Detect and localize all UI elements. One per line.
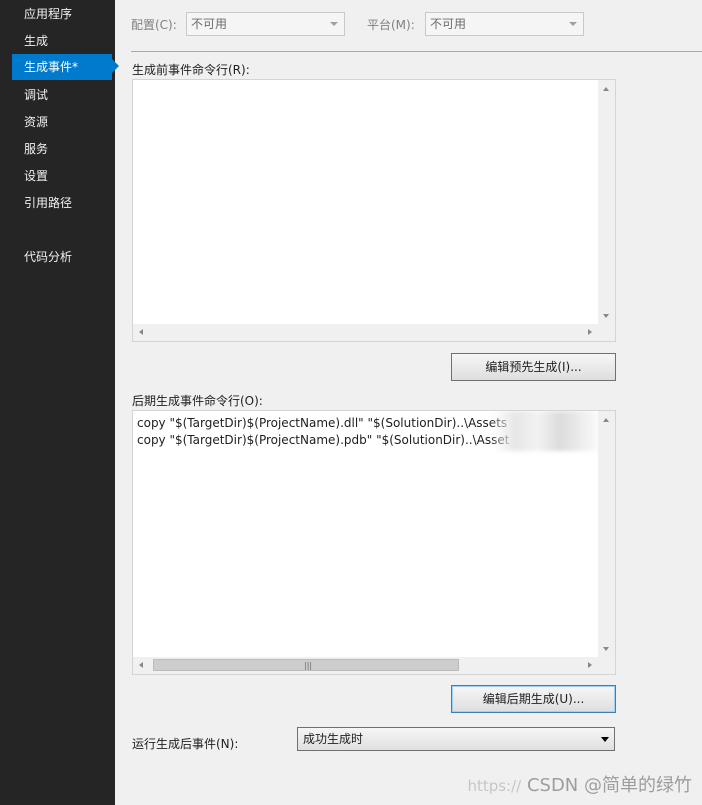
prebuild-horizontal-scrollbar[interactable] bbox=[133, 324, 598, 341]
run-postbuild-value: 成功生成时 bbox=[303, 732, 364, 746]
watermark-text: CSDN @简单的绿竹 bbox=[526, 775, 692, 796]
configuration-label: 配置(C): bbox=[131, 18, 177, 32]
up-arrow-icon[interactable] bbox=[603, 87, 609, 91]
configuration-value: 不可用 bbox=[191, 17, 228, 31]
platform-select[interactable]: 不可用 bbox=[425, 12, 584, 36]
prebuild-label: 生成前事件命令行(R): bbox=[132, 63, 250, 77]
run-postbuild-select[interactable]: 成功生成时 bbox=[297, 727, 615, 751]
right-arrow-icon[interactable] bbox=[588, 329, 592, 335]
platform-value: 不可用 bbox=[430, 17, 467, 31]
edit-postbuild-button[interactable]: 编辑后期生成(U)... bbox=[451, 685, 616, 713]
down-arrow-icon[interactable] bbox=[603, 647, 609, 651]
main-panel: 配置(C): 不可用 平台(M): 不可用 生成前事件命令行(R): 编辑预先生… bbox=[115, 0, 702, 805]
sidebar-item-resources[interactable]: 资源 bbox=[12, 109, 112, 135]
platform-label: 平台(M): bbox=[367, 18, 415, 32]
scroll-corner bbox=[598, 657, 615, 674]
up-arrow-icon[interactable] bbox=[603, 418, 609, 422]
sidebar-item-build[interactable]: 生成 bbox=[12, 28, 112, 54]
run-postbuild-label: 运行生成后事件(N): bbox=[132, 737, 239, 751]
scroll-corner bbox=[598, 324, 615, 341]
dropdown-arrow-icon bbox=[569, 22, 577, 26]
down-arrow-icon[interactable] bbox=[603, 314, 609, 318]
watermark: https:// CSDN @简单的绿竹 bbox=[467, 771, 692, 797]
right-arrow-icon[interactable] bbox=[588, 662, 592, 668]
postbuild-line-1: copy "$(TargetDir)$(ProjectName).dll" "$… bbox=[137, 416, 508, 430]
prebuild-command-textbox[interactable] bbox=[132, 79, 616, 342]
watermark-faint: https:// bbox=[467, 777, 522, 795]
postbuild-label: 后期生成事件命令行(O): bbox=[132, 394, 263, 408]
postbuild-line-2: copy "$(TargetDir)$(ProjectName).pdb" "$… bbox=[137, 433, 510, 447]
dropdown-arrow-icon bbox=[601, 737, 609, 742]
sidebar-item-reference-paths[interactable]: 引用路径 bbox=[12, 190, 112, 216]
divider bbox=[131, 51, 702, 52]
sidebar-item-code-analysis[interactable]: 代码分析 bbox=[12, 244, 112, 270]
sidebar-item-build-events[interactable]: 生成事件* bbox=[12, 54, 112, 80]
redacted-blur bbox=[493, 411, 605, 451]
dropdown-arrow-icon bbox=[330, 22, 338, 26]
left-arrow-icon[interactable] bbox=[139, 662, 143, 668]
postbuild-horizontal-scrollbar[interactable]: ||| bbox=[133, 657, 598, 674]
edit-prebuild-button[interactable]: 编辑预先生成(I)... bbox=[451, 353, 616, 381]
configuration-select[interactable]: 不可用 bbox=[186, 12, 345, 36]
postbuild-vertical-scrollbar[interactable] bbox=[598, 411, 615, 657]
sidebar-item-settings[interactable]: 设置 bbox=[12, 163, 112, 189]
sidebar-item-services[interactable]: 服务 bbox=[12, 136, 112, 162]
prebuild-vertical-scrollbar[interactable] bbox=[598, 80, 615, 324]
horizontal-scroll-thumb[interactable]: ||| bbox=[153, 659, 459, 671]
sidebar-item-debug[interactable]: 调试 bbox=[12, 82, 112, 108]
sidebar-item-application[interactable]: 应用程序 bbox=[12, 1, 112, 27]
grip-icon: ||| bbox=[304, 661, 313, 670]
left-arrow-icon[interactable] bbox=[139, 329, 143, 335]
sidebar: 应用程序 生成 生成事件* 调试 资源 服务 设置 引用路径 代码分析 bbox=[0, 0, 115, 805]
postbuild-command-textbox[interactable]: copy "$(TargetDir)$(ProjectName).dll" "$… bbox=[132, 410, 616, 675]
